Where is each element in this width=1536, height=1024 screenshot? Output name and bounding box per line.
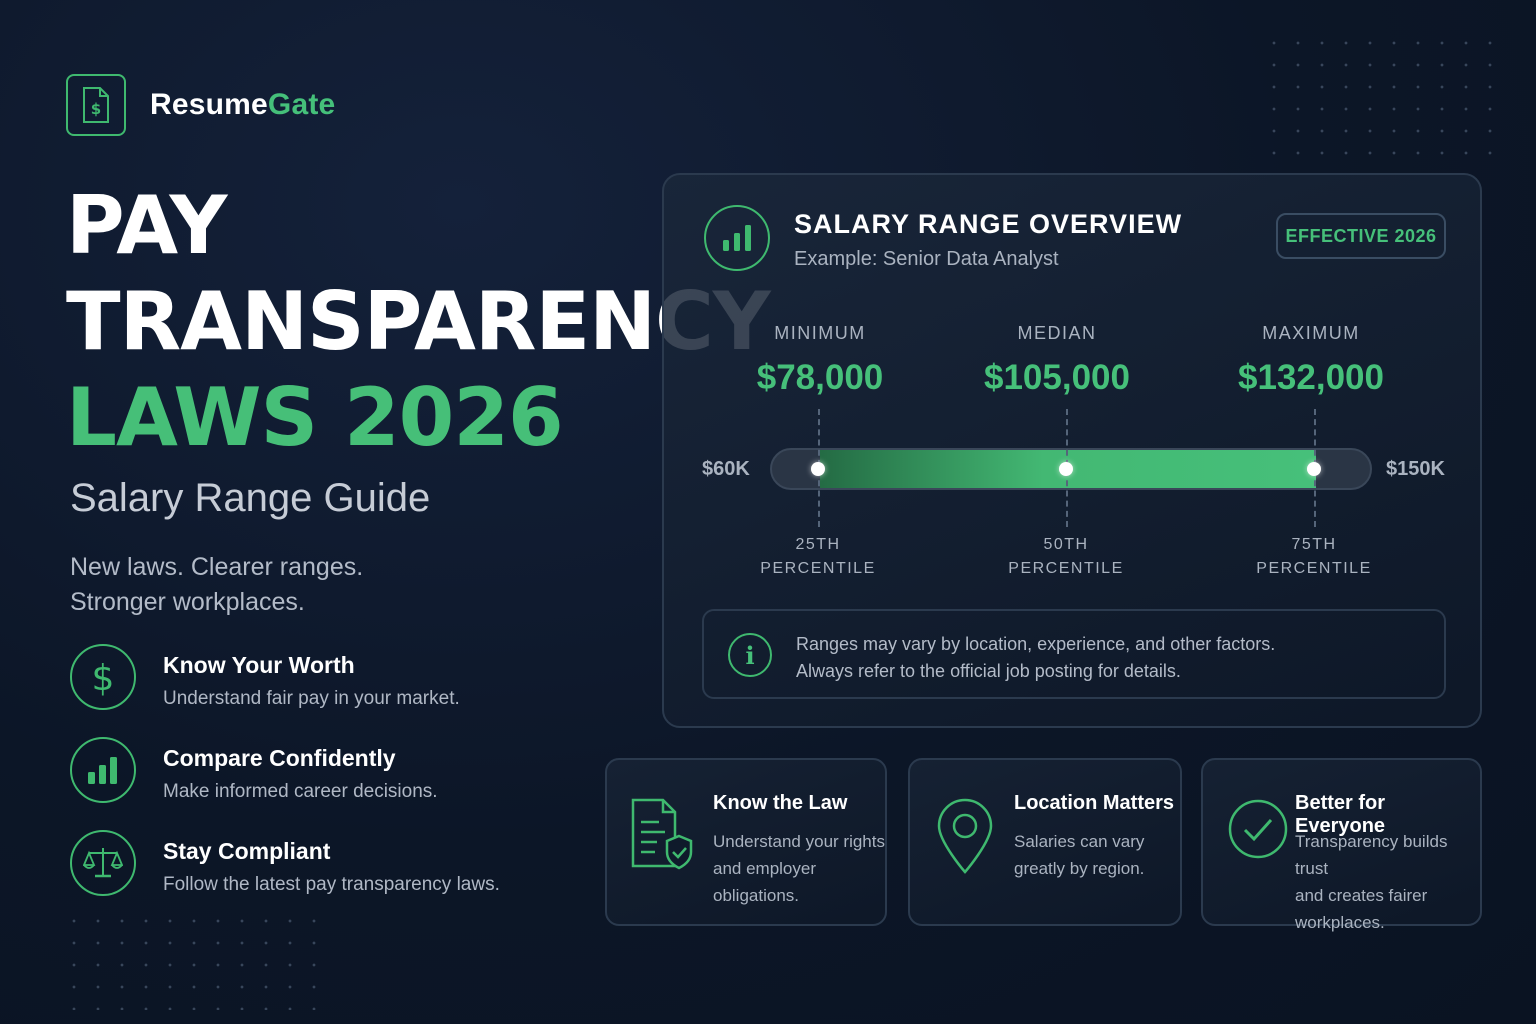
stat-value: $132,000	[1238, 358, 1384, 397]
brand-name-part2: Gate	[267, 88, 336, 121]
card-know-the-law: Know the Law Understand your rights and …	[605, 758, 887, 926]
scales-icon	[70, 830, 136, 896]
dollar-document-icon: $	[66, 74, 126, 136]
info-notice: i Ranges may vary by location, experienc…	[702, 609, 1446, 699]
mini-card-desc-line: Transparency builds trust	[1295, 832, 1448, 878]
stat-label: MEDIAN	[1017, 323, 1097, 343]
mini-card-desc-line: and employer	[713, 859, 817, 878]
salary-range-card: SALARY RANGE OVERVIEW Example: Senior Da…	[662, 173, 1482, 728]
card-subtitle: Example: Senior Data Analyst	[794, 248, 1059, 270]
dot-pattern-bottom-left	[62, 910, 332, 1010]
mini-card-desc: Understand your rights and employer obli…	[713, 828, 885, 909]
card-location-matters: Location Matters Salaries can vary great…	[908, 758, 1182, 926]
feature-title: Compare Confidently	[163, 745, 396, 771]
stat-maximum: MAXIMUM $132,000	[1191, 323, 1431, 398]
mini-card-desc-line: Salaries can vary	[1014, 832, 1145, 851]
stat-minimum: MINIMUM $78,000	[700, 323, 940, 398]
card-better-for-everyone: Better for Everyone Transparency builds …	[1201, 758, 1482, 932]
stat-label: MINIMUM	[774, 323, 866, 343]
percentile-line2: PERCENTILE	[760, 560, 876, 577]
mini-card-desc: Transparency builds trust and creates fa…	[1295, 828, 1480, 936]
range-marker	[1307, 462, 1321, 476]
feature-desc: Follow the latest pay transparency laws.	[163, 874, 500, 895]
stat-median: MEDIAN $105,000	[937, 323, 1177, 398]
stat-label: MAXIMUM	[1262, 323, 1360, 343]
percentile-line1: 25TH	[795, 536, 841, 553]
mini-card-desc: Salaries can vary greatly by region.	[1014, 828, 1144, 882]
info-line-2: Always refer to the official job posting…	[796, 661, 1181, 681]
brand-logo: $ ResumeGate	[66, 74, 335, 136]
info-line-1: Ranges may vary by location, experience,…	[796, 634, 1276, 654]
mini-card-desc-line: workplaces.	[1295, 913, 1385, 932]
feature-desc: Make informed career decisions.	[163, 781, 438, 802]
stat-value: $105,000	[984, 358, 1130, 397]
percentile-line1: 50TH	[1043, 536, 1089, 553]
stat-value: $78,000	[756, 358, 884, 397]
brand-name-part1: Resume	[150, 88, 268, 121]
info-icon: i	[728, 633, 772, 677]
feature-item: $ Know Your Worth Understand fair pay in…	[70, 642, 500, 735]
feature-list: $ Know Your Worth Understand fair pay in…	[70, 642, 500, 921]
page-subtitle: Salary Range Guide	[70, 476, 431, 520]
range-min-label: $60K	[702, 458, 750, 480]
percentile-label: 25TH PERCENTILE	[738, 533, 898, 581]
svg-text:$: $	[92, 658, 115, 697]
tagline-line-2: Stronger workplaces.	[70, 588, 305, 616]
check-circle-icon	[1225, 796, 1291, 876]
effective-badge: EFFECTIVE 2026	[1276, 213, 1446, 259]
feature-desc: Understand fair pay in your market.	[163, 688, 460, 709]
mini-card-title: Know the Law	[713, 792, 848, 814]
mini-card-title: Location Matters	[1014, 792, 1175, 814]
tagline: New laws. Clearer ranges. Stronger workp…	[70, 550, 363, 620]
location-pin-icon	[932, 796, 998, 876]
bar-chart-icon	[70, 737, 136, 803]
mini-card-desc-line: Understand your rights	[713, 832, 885, 851]
percentile-label: 75TH PERCENTILE	[1234, 533, 1394, 581]
dollar-icon: $	[70, 644, 136, 710]
brand-name: ResumeGate	[150, 88, 335, 122]
range-marker	[811, 462, 825, 476]
bar-chart-icon	[704, 205, 770, 271]
mini-card-desc-line: obligations.	[713, 886, 800, 905]
feature-item: Compare Confidently Make informed career…	[70, 735, 500, 828]
mini-card-desc-line: and creates fairer	[1295, 886, 1428, 905]
document-shield-icon	[629, 796, 695, 876]
range-max-label: $150K	[1386, 458, 1445, 480]
feature-title: Stay Compliant	[163, 838, 331, 864]
mini-card-desc-line: greatly by region.	[1014, 859, 1145, 878]
percentile-line2: PERCENTILE	[1008, 560, 1124, 577]
card-title: SALARY RANGE OVERVIEW	[794, 209, 1183, 239]
range-marker	[1059, 462, 1073, 476]
svg-text:$: $	[91, 100, 101, 118]
percentile-label: 50TH PERCENTILE	[986, 533, 1146, 581]
feature-item: Stay Compliant Follow the latest pay tra…	[70, 828, 500, 921]
tagline-line-1: New laws. Clearer ranges.	[70, 553, 364, 581]
percentile-line2: PERCENTILE	[1256, 560, 1372, 577]
feature-title: Know Your Worth	[163, 652, 355, 678]
percentile-line1: 75TH	[1291, 536, 1337, 553]
dot-pattern-top-right	[1262, 32, 1492, 160]
